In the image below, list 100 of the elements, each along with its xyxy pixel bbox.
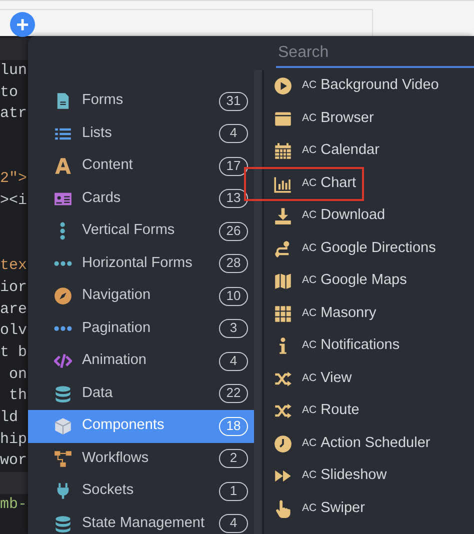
count-badge: 1: [219, 482, 248, 501]
count-badge: 18: [219, 416, 248, 436]
component-item[interactable]: View: [320, 368, 352, 390]
category-label: Animation: [82, 351, 148, 370]
map-icon: [274, 272, 292, 290]
shuffle-icon: [274, 402, 292, 420]
code-text: ><i: [0, 192, 28, 210]
component-item[interactable]: Browser: [320, 108, 374, 130]
cube-icon: [54, 417, 72, 436]
component-item[interactable]: Action Scheduler: [320, 432, 430, 455]
count-badge: 10: [219, 286, 248, 306]
component-item[interactable]: Notifications: [320, 335, 400, 358]
prefix-label: AC: [302, 78, 317, 94]
prefix-label: AC: [302, 143, 317, 158]
component-item[interactable]: Google Maps: [320, 270, 407, 292]
prefix-label: AC: [302, 370, 317, 386]
category-label: Sockets: [82, 481, 135, 500]
code-text: ld: [0, 409, 18, 426]
letter-a-icon: [54, 157, 72, 176]
code-text: mb-: [0, 496, 28, 513]
category-item[interactable]: Workflows 2: [28, 442, 254, 475]
component-item[interactable]: Download: [320, 205, 386, 228]
code-text: are: [0, 300, 28, 318]
count-badge: 22: [219, 384, 248, 404]
workflow-icon: [54, 450, 72, 468]
prefix-label: AC: [302, 500, 317, 516]
horizontal-dots-icon: [54, 326, 72, 332]
code-text: 2">: [0, 170, 28, 188]
category-label: Navigation: [82, 286, 152, 306]
prefix-label: AC: [302, 306, 317, 321]
route-pin-icon: [274, 240, 292, 258]
prefix-label: AC: [302, 338, 317, 354]
component-item[interactable]: Masonry: [320, 302, 376, 325]
count-badge: 3: [219, 319, 248, 338]
category-label: Pagination: [82, 318, 152, 338]
count-badge: 17: [219, 156, 248, 176]
category-item[interactable]: Lists 4: [28, 118, 254, 150]
count-badge: 28: [219, 254, 248, 274]
bar-chart-icon: [274, 174, 292, 193]
category-item[interactable]: Vertical Forms 26: [28, 215, 254, 248]
prefix-label: AC: [302, 273, 317, 288]
browser-window-icon: [274, 110, 292, 128]
code-text: olv: [0, 322, 28, 340]
component-item[interactable]: Google Directions: [320, 238, 436, 260]
count-badge: 4: [219, 352, 248, 371]
database-icon: [54, 514, 72, 533]
code-text: atr: [0, 105, 28, 122]
grid-icon: [274, 304, 292, 323]
code-text: wor: [0, 452, 28, 470]
component-item[interactable]: Route: [320, 400, 360, 422]
prefix-label: AC: [302, 468, 317, 484]
pointing-hand-icon: [274, 500, 292, 518]
horizontal-dots-icon: [54, 261, 72, 266]
calendar-icon: [274, 142, 292, 160]
category-item[interactable]: Animation 4: [28, 345, 254, 378]
count-badge: 26: [219, 222, 248, 241]
count-badge: 13: [219, 189, 248, 208]
component-item[interactable]: Chart: [320, 172, 356, 195]
category-label: Vertical Forms: [82, 221, 176, 240]
search-field[interactable]: Search: [276, 38, 474, 68]
code-text: hip: [0, 430, 28, 448]
play-icon: [274, 77, 292, 96]
code-text: on: [8, 366, 28, 383]
database-icon: [54, 384, 72, 403]
download-icon: [274, 207, 292, 226]
category-label: Cards: [82, 188, 122, 208]
code-text: t b: [0, 344, 28, 361]
category-item[interactable]: Horizontal Forms 28: [28, 248, 254, 280]
category-label: Components: [82, 416, 166, 436]
prefix-label: AC: [302, 436, 317, 451]
clock-icon: [274, 434, 292, 453]
prefix-label: AC: [302, 403, 317, 418]
category-item[interactable]: Sockets 1: [28, 475, 254, 508]
code-icon: [54, 352, 72, 370]
compass-icon: [54, 287, 72, 306]
code-text: th: [8, 387, 28, 404]
category-label: Horizontal Forms: [82, 254, 194, 273]
prefix-label: AC: [302, 240, 317, 256]
vertical-dots-icon: [60, 222, 66, 240]
category-item[interactable]: State Management 4: [28, 508, 254, 534]
category-label: Workflows: [82, 448, 150, 468]
category-item[interactable]: Content 17: [28, 150, 254, 182]
prefix-label: AC: [302, 176, 317, 191]
category-item[interactable]: Forms 31: [28, 85, 254, 118]
component-item[interactable]: Calendar: [320, 140, 380, 162]
count-badge: 4: [219, 514, 248, 534]
component-item[interactable]: Slideshow: [320, 465, 387, 488]
component-item[interactable]: Background Video: [320, 75, 439, 98]
category-item[interactable]: Pagination 3: [28, 312, 254, 345]
category-label: Data: [82, 384, 114, 403]
category-label: State Management: [82, 514, 206, 533]
count-badge: 2: [219, 449, 248, 468]
shuffle-icon: [274, 370, 292, 388]
category-item[interactable]: Navigation 10: [28, 280, 254, 312]
category-item[interactable]: Data 22: [28, 378, 254, 410]
component-item[interactable]: Swiper: [320, 498, 365, 520]
category-label: Content: [82, 156, 134, 176]
add-button[interactable]: +: [10, 12, 35, 37]
category-item[interactable]: Cards 13: [28, 182, 254, 215]
count-badge: 31: [219, 92, 248, 111]
